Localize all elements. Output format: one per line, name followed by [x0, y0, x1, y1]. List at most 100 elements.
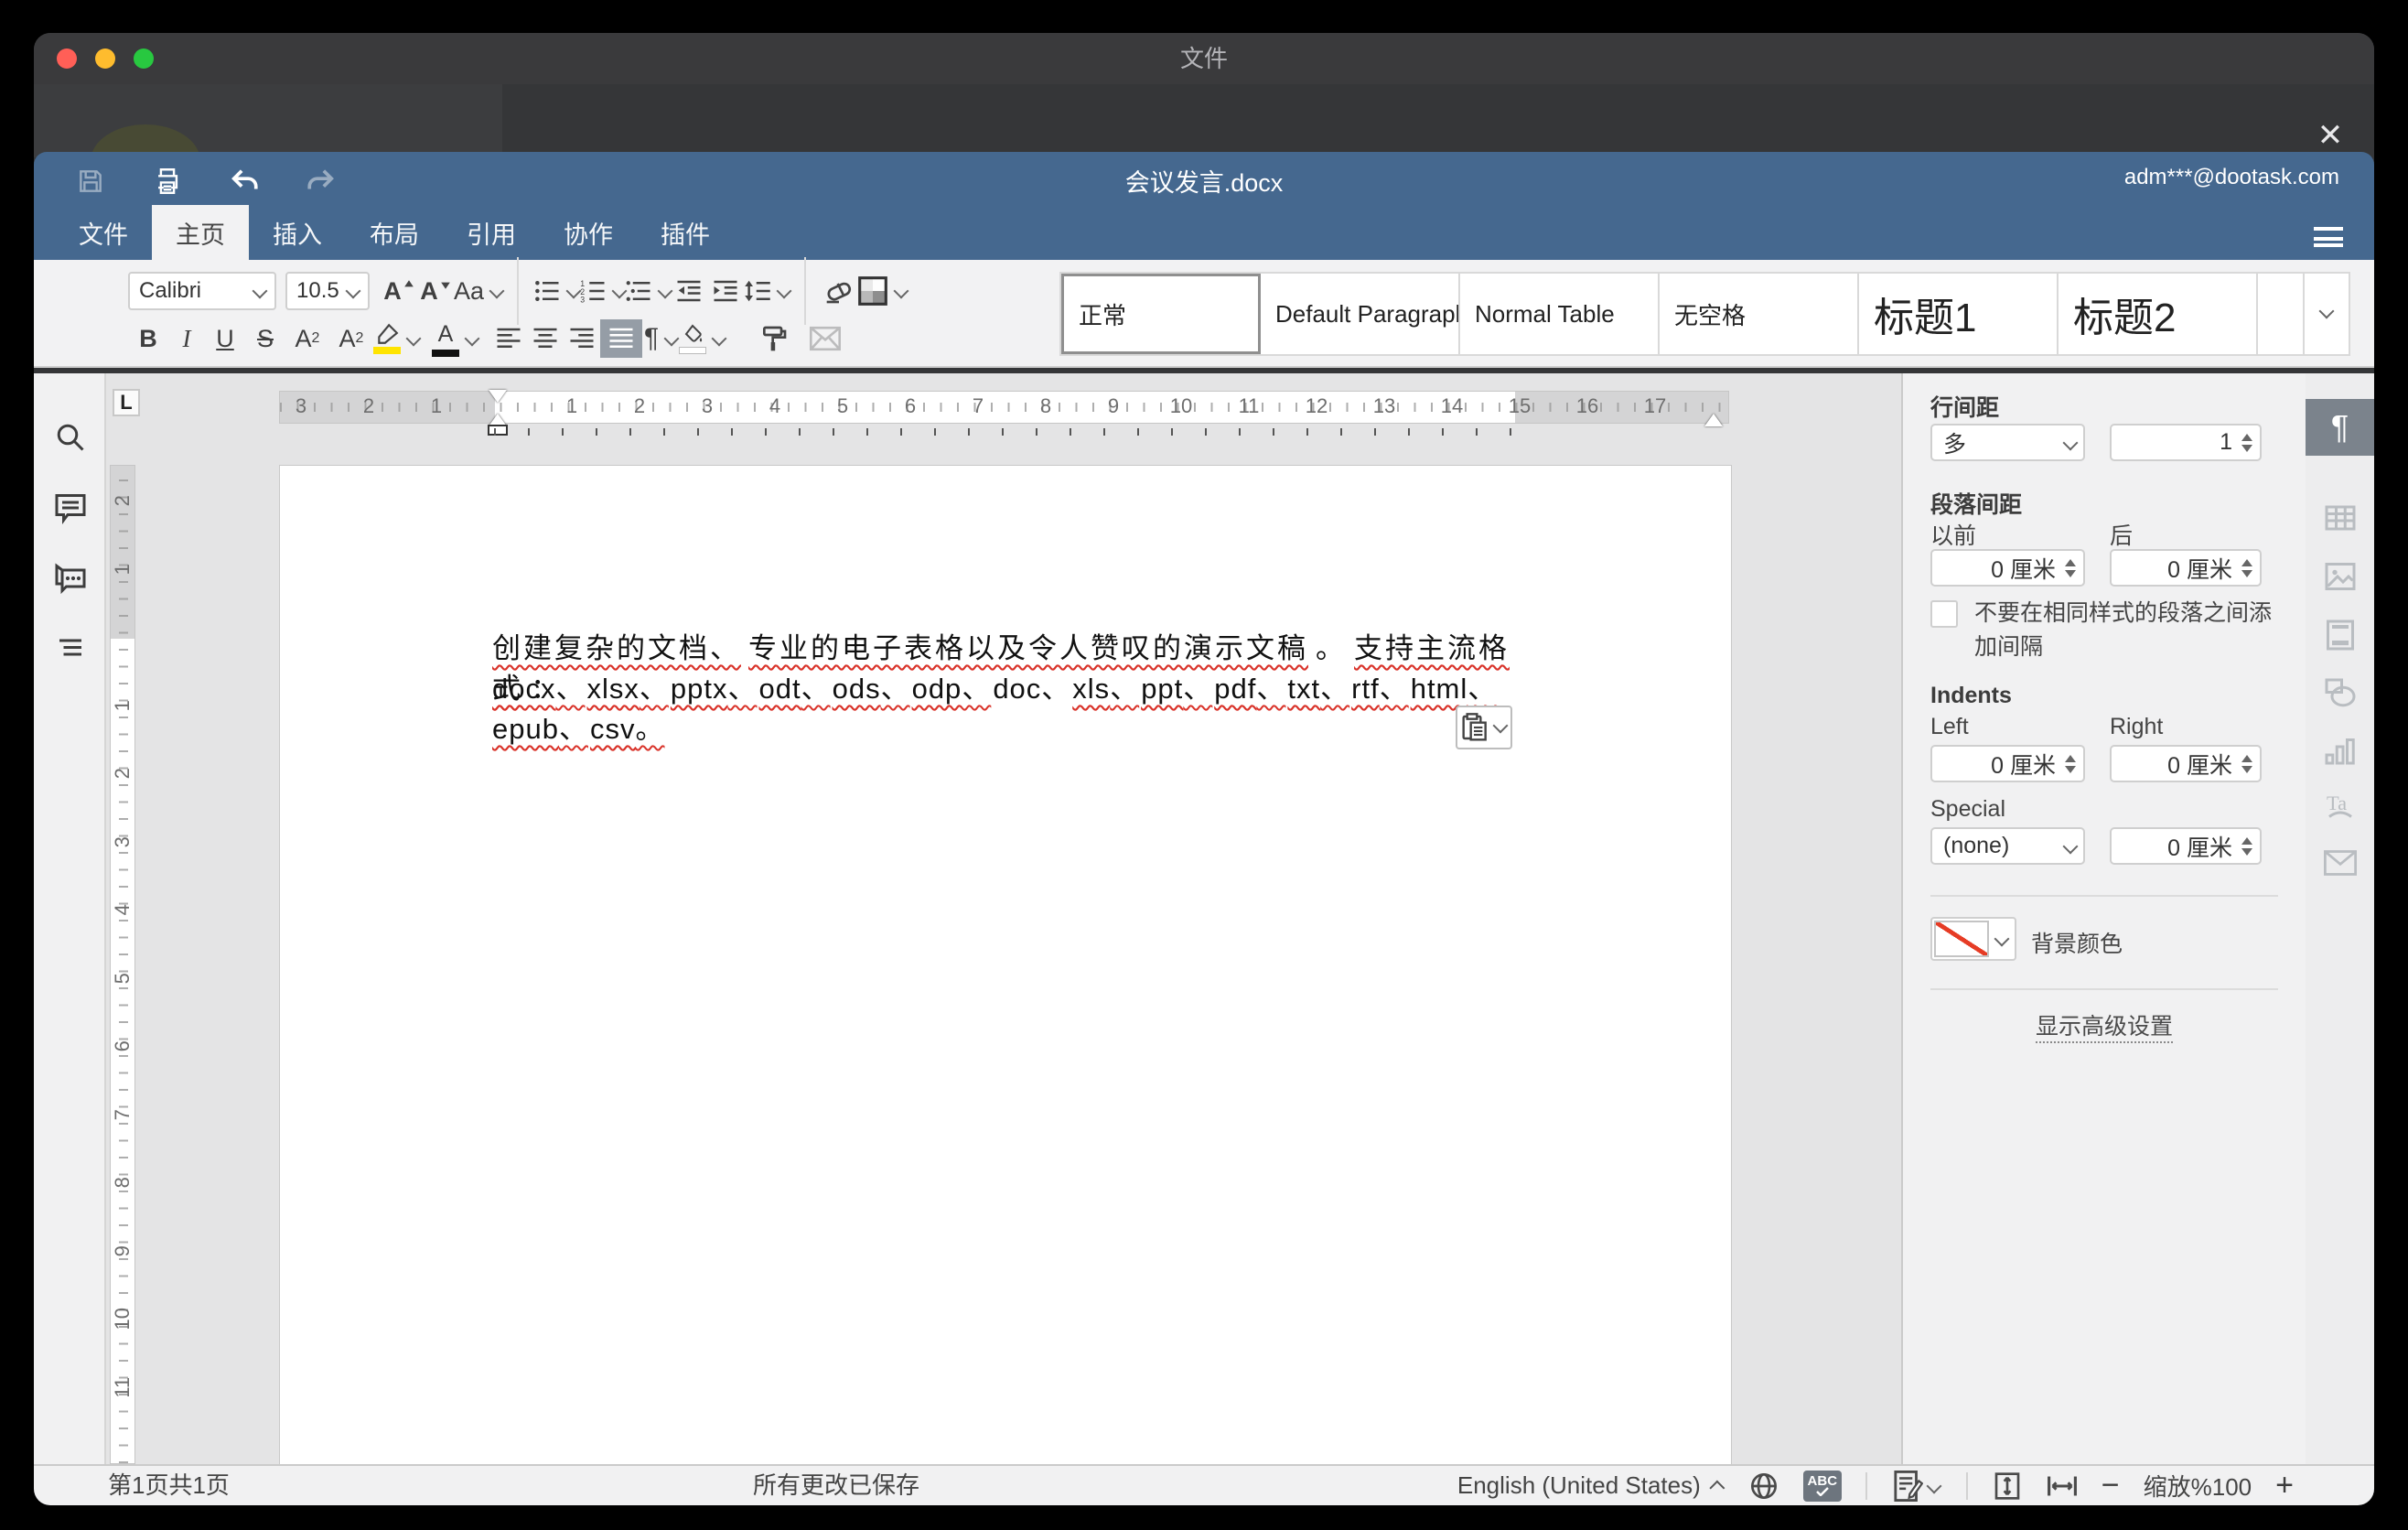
special-value-spinner[interactable]: 0 厘米 [2110, 827, 2262, 865]
language-selector[interactable]: English (United States) [1457, 1471, 1725, 1500]
zoom-level[interactable]: 缩放%100 [2144, 1469, 2252, 1503]
hamburger-menu-icon[interactable] [2314, 227, 2343, 247]
stepper-arrows [2241, 428, 2252, 458]
multilevel-list-button[interactable] [625, 272, 671, 310]
bullet-list-button[interactable] [533, 272, 579, 310]
shading-button[interactable] [857, 272, 907, 310]
decrease-indent-icon [675, 277, 703, 305]
ruler-numbers: 211234567891011 [111, 467, 134, 1421]
headings-icon [54, 632, 87, 665]
document-page[interactable]: 创建复杂的文档、专业的电子表格以及令人赞叹的演示文稿。支持主流格式： docx、… [279, 465, 1732, 1464]
default-tab-stops [494, 428, 1514, 436]
editor-content: L 3211234567891011121314151617 211234567… [34, 373, 2374, 1464]
fit-page-button[interactable] [1992, 1471, 2023, 1502]
underline-button[interactable]: U [205, 319, 245, 358]
spacing-after-spinner[interactable]: 0 厘米 [2110, 549, 2262, 587]
decrease-font-button[interactable]: A [417, 272, 454, 310]
header-footer-settings-button[interactable] [2324, 619, 2357, 652]
image-settings-button[interactable] [2324, 560, 2357, 593]
font-color-button[interactable]: A [432, 319, 478, 358]
style-preset[interactable]: 正常 [1061, 274, 1261, 354]
chat-button[interactable] [54, 562, 87, 595]
fit-width-button[interactable] [2047, 1471, 2078, 1502]
left-indent-marker[interactable] [489, 404, 507, 426]
spacing-before-spinner[interactable]: 0 厘米 [1930, 549, 2085, 587]
align-right-button[interactable] [564, 319, 600, 358]
increase-font-button[interactable]: A [381, 272, 417, 310]
spellcheck-toggle[interactable]: ABC [1803, 1471, 1842, 1502]
headings-nav-button[interactable] [54, 632, 87, 665]
change-case-button[interactable]: Aa [454, 272, 502, 310]
indent-left-spinner[interactable]: 0 厘米 [1930, 745, 2085, 782]
font-size-select[interactable]: 10.5 [285, 272, 370, 310]
vertical-ruler[interactable]: 211234567891011 [110, 465, 135, 1464]
divider [1930, 895, 2278, 897]
chart-settings-button[interactable] [2324, 736, 2357, 769]
style-preset[interactable]: Default Paragraph [1261, 274, 1460, 354]
menu-tab[interactable]: 主页 [152, 205, 249, 260]
nonprinting-chars-button[interactable]: ¶ [642, 319, 679, 358]
menu-tab[interactable]: 协作 [540, 205, 637, 260]
menu-tab[interactable]: 文件 [55, 205, 152, 260]
menu-tab[interactable]: 引用 [443, 205, 540, 260]
chevron-down-icon [712, 331, 727, 347]
strikethrough-button[interactable]: S [245, 319, 285, 358]
line-spacing-value-spinner[interactable]: 1 [2110, 424, 2262, 461]
style-preset[interactable]: 标题1 [1859, 274, 2059, 354]
increase-indent-button[interactable] [707, 272, 744, 310]
globe-icon [1749, 1471, 1779, 1501]
set-language-button[interactable] [1748, 1471, 1779, 1502]
table-settings-button[interactable] [2324, 501, 2357, 534]
background-color-picker[interactable] [1930, 917, 2016, 961]
style-preset[interactable]: Normal Table [1460, 274, 1660, 354]
style-preset[interactable]: 无空格 [1660, 274, 1859, 354]
page-count[interactable]: 第1页共1页 [108, 1466, 230, 1505]
line-spacing-select[interactable]: 多 [1930, 424, 2085, 461]
menu-tab[interactable]: 布局 [346, 205, 443, 260]
align-center-button[interactable] [527, 319, 564, 358]
close-icon[interactable]: ✕ [2314, 119, 2347, 152]
align-left-button[interactable] [490, 319, 527, 358]
shape-settings-button[interactable] [2324, 677, 2357, 710]
search-button[interactable] [54, 421, 87, 454]
bold-button[interactable]: B [128, 319, 168, 358]
horizontal-ruler[interactable]: 3211234567891011121314151617 [279, 391, 1729, 424]
superscript-button[interactable]: A2 [285, 319, 329, 358]
after-label: 后 [2110, 518, 2133, 551]
clear-style-button[interactable] [821, 272, 857, 310]
mail-merge-settings-button[interactable] [2324, 849, 2357, 882]
copy-style-button[interactable] [756, 319, 792, 358]
line-spacing-button[interactable] [744, 272, 790, 310]
same-style-spacing-checkbox[interactable] [1930, 600, 1958, 628]
styles-gallery-expand-button[interactable] [2305, 274, 2349, 354]
font-name-select[interactable]: Calibri [128, 272, 276, 310]
text-art-settings-button[interactable]: Ta [2324, 791, 2357, 824]
italic-button[interactable]: I [168, 319, 205, 358]
paragraph-shading-button[interactable] [679, 319, 725, 358]
menu-tab[interactable]: 插件 [637, 205, 734, 260]
comment-icon [54, 491, 87, 524]
zoom-out-button[interactable]: − [2102, 1468, 2120, 1503]
subscript-button[interactable]: A2 [329, 319, 373, 358]
show-advanced-settings-link[interactable]: 显示高级设置 [2036, 1014, 2173, 1043]
paste-options-button[interactable] [1456, 706, 1512, 749]
multilevel-list-icon [625, 277, 652, 305]
highlight-color-button[interactable] [373, 319, 419, 358]
align-justify-button[interactable] [600, 319, 642, 358]
numbered-list-button[interactable]: 123 [579, 272, 625, 310]
track-changes-button[interactable] [1891, 1471, 1942, 1502]
right-indent-marker[interactable] [1704, 404, 1723, 426]
style-preset[interactable]: 标题2 [2059, 274, 2258, 354]
menu-tab[interactable]: 插入 [249, 205, 346, 260]
decrease-indent-button[interactable] [671, 272, 707, 310]
svg-text:Ta: Ta [2327, 792, 2347, 814]
comments-button[interactable] [54, 491, 87, 524]
paragraph-settings-button[interactable]: ¶ [2306, 399, 2374, 456]
zoom-in-button[interactable]: + [2275, 1468, 2294, 1503]
app-window: 文件 ✕ 会议发言.docx adm***@dootask.com 文件主页插入… [34, 33, 2374, 1505]
mail-merge-button[interactable] [807, 319, 844, 358]
indent-right-spinner[interactable]: 0 厘米 [2110, 745, 2262, 782]
document-canvas[interactable]: L 3211234567891011121314151617 211234567… [106, 373, 1901, 1464]
tab-stop-selector[interactable]: L [113, 389, 140, 416]
special-select[interactable]: (none) [1930, 827, 2085, 865]
